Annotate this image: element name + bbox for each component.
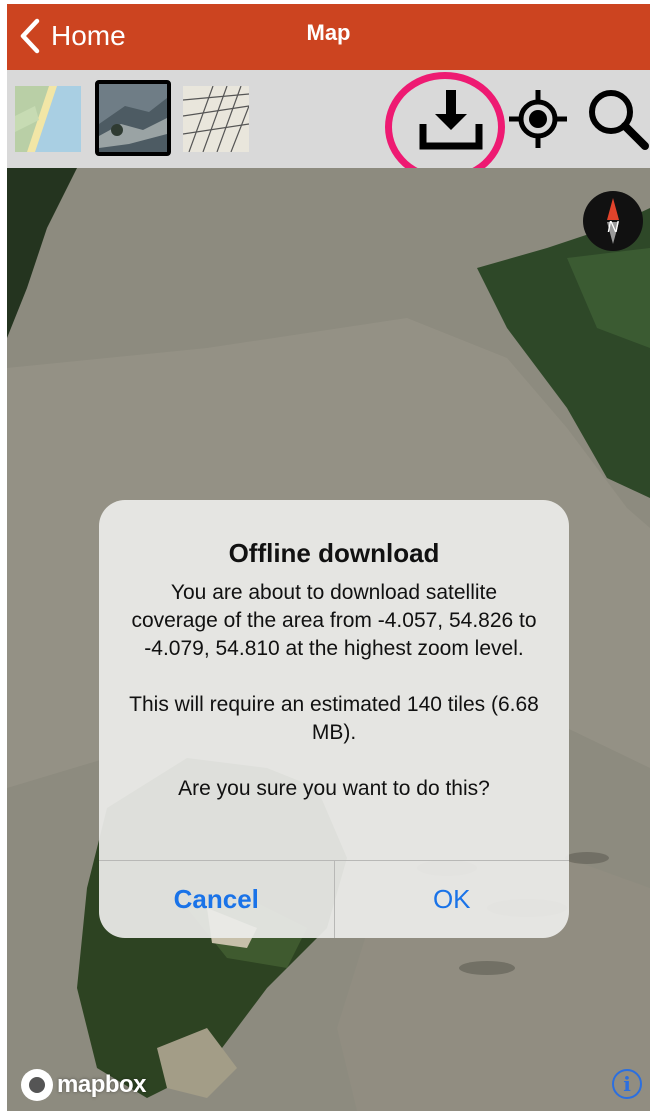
satellite-map-thumbnail[interactable] xyxy=(95,80,171,156)
compass-button[interactable]: N xyxy=(582,190,644,252)
compass-north-label: N xyxy=(607,219,619,236)
dialog-title: Offline download xyxy=(228,538,440,568)
map-toolbar xyxy=(7,70,650,182)
mapbox-attribution[interactable]: mapbox xyxy=(21,1069,147,1101)
dialog-question: Are you sure you want to do this? xyxy=(178,777,490,800)
street-map-thumbnail[interactable] xyxy=(15,86,81,152)
compass-icon: N xyxy=(583,191,643,251)
mapbox-label: mapbox xyxy=(57,1071,147,1098)
mapbox-logo-icon xyxy=(21,1069,53,1101)
ok-button[interactable]: OK xyxy=(335,861,570,938)
download-icon xyxy=(419,90,483,150)
download-button[interactable] xyxy=(417,88,485,152)
cancel-button[interactable]: Cancel xyxy=(99,861,335,938)
offline-download-dialog: Offline download You are about to downlo… xyxy=(99,500,569,938)
page-title: Map xyxy=(306,20,351,45)
locate-icon xyxy=(509,90,567,148)
dialog-message: You are about to download satellite cove… xyxy=(131,581,537,660)
search-icon xyxy=(589,90,649,150)
dialog-buttons: Cancel OK xyxy=(99,860,569,938)
search-button[interactable] xyxy=(585,86,650,152)
app-screen: Home Map N mapbox i Offline download You… xyxy=(7,4,650,1111)
satellite-map[interactable]: N mapbox i Offline download You are abou… xyxy=(7,168,650,1111)
dialog-estimate: This will require an estimated 140 tiles… xyxy=(129,693,539,744)
info-button[interactable]: i xyxy=(612,1069,642,1099)
locate-button[interactable] xyxy=(507,88,569,150)
navigation-bar: Home Map xyxy=(7,4,650,70)
historic-map-thumbnail[interactable] xyxy=(183,86,249,152)
